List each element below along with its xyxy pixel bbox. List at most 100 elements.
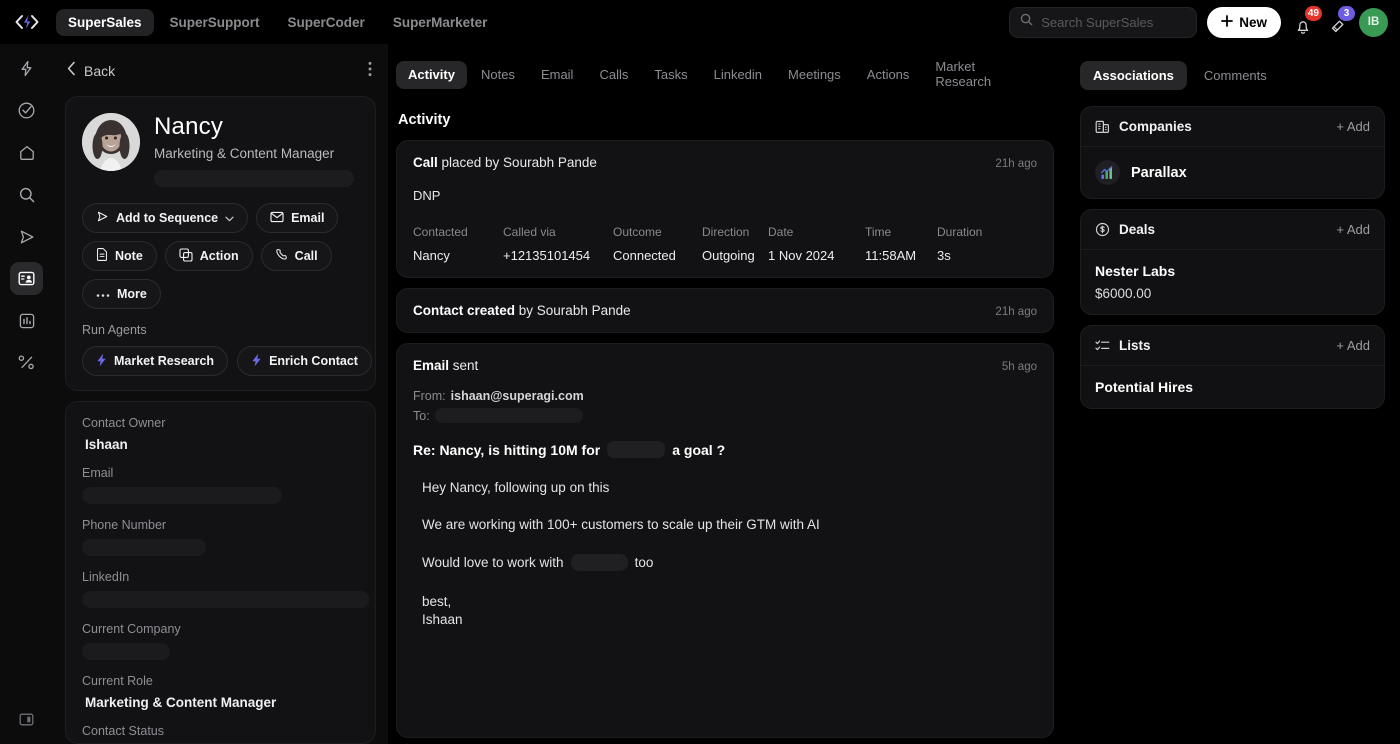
meta-value: 3s — [937, 248, 982, 263]
associations-section-companies: Companies + Add Parallax — [1080, 106, 1385, 199]
rail-item-workflows[interactable] — [10, 346, 43, 379]
contact-panel: Back — [53, 44, 388, 744]
meta-value: 1 Nov 2024 — [768, 248, 865, 263]
bolt-icon — [18, 60, 35, 77]
associations-tabs: Associations Comments — [1080, 44, 1385, 106]
tab-associations[interactable]: Associations — [1080, 61, 1187, 90]
add-to-sequence-label: Add to Sequence — [116, 211, 218, 225]
field-label: Current Role — [82, 674, 359, 688]
notifications-button[interactable]: 49 — [1291, 9, 1315, 35]
field-value[interactable]: Marketing & Content Manager — [82, 695, 359, 710]
call-card-title: Call placed by Sourabh Pande — [413, 155, 597, 170]
tab-tasks[interactable]: Tasks — [642, 61, 699, 90]
created-card-time: 21h ago — [995, 306, 1037, 318]
code-bolt-logo-icon[interactable] — [10, 7, 44, 37]
rail-item-tasks[interactable] — [10, 94, 43, 127]
deal-row-nester-labs[interactable]: Nester Labs $6000.00 — [1095, 263, 1370, 301]
meta-called-via: Called via +12135101454 — [503, 225, 613, 263]
field-value[interactable]: Ishaan — [82, 437, 359, 452]
note-button[interactable]: Note — [82, 241, 157, 271]
search-input[interactable]: Search SuperSales — [1009, 7, 1197, 38]
add-to-sequence-button[interactable]: Add to Sequence — [82, 203, 248, 233]
building-icon — [1095, 119, 1110, 134]
action-icon — [179, 248, 193, 265]
field-current-role: Current Role Marketing & Content Manager — [82, 674, 359, 710]
email-to-value-redacted — [435, 408, 583, 423]
tab-linkedin[interactable]: Linkedin — [702, 61, 774, 90]
meta-value: +12135101454 — [503, 248, 613, 263]
user-avatar[interactable]: IB — [1359, 8, 1388, 37]
kebab-menu-icon[interactable] — [368, 61, 372, 82]
chevron-left-icon[interactable] — [67, 61, 76, 81]
field-label: Contact Status — [82, 724, 359, 738]
field-value-redacted[interactable] — [82, 487, 282, 504]
field-label: Phone Number — [82, 518, 359, 532]
email-signature: best, Ishaan — [413, 593, 1037, 629]
activity-card-contact-created[interactable]: Contact created by Sourabh Pande 21h ago — [396, 288, 1054, 333]
companies-header: Companies + Add — [1081, 107, 1384, 147]
companies-body: Parallax — [1081, 147, 1384, 198]
notifications-badge: 49 — [1305, 6, 1322, 21]
companies-title: Companies — [1119, 119, 1192, 134]
rail-item-sequences[interactable] — [10, 220, 43, 253]
company-row-parallax[interactable]: Parallax — [1095, 160, 1370, 185]
run-agents-buttons: Market Research Enrich Contact — [82, 346, 359, 376]
field-value-redacted[interactable] — [82, 539, 206, 556]
tab-notes[interactable]: Notes — [469, 61, 527, 90]
rail-item-contacts[interactable] — [10, 262, 43, 295]
call-card-time: 21h ago — [995, 158, 1037, 170]
call-button[interactable]: Call — [261, 241, 332, 271]
email-subject: Re: Nancy, is hitting 10M for a goal ? — [413, 441, 1037, 458]
field-phone-number: Phone Number — [82, 518, 359, 556]
email-body-redacted — [571, 554, 628, 571]
home-icon — [18, 144, 36, 162]
tab-meetings[interactable]: Meetings — [776, 61, 853, 90]
tab-activity[interactable]: Activity — [396, 61, 467, 90]
back-button[interactable]: Back — [84, 63, 115, 79]
deals-header: Deals + Add — [1081, 210, 1384, 250]
agent-enrich-contact-label: Enrich Contact — [269, 354, 358, 368]
tab-email[interactable]: Email — [529, 61, 586, 90]
rail-item-collapse-panel[interactable] — [10, 703, 43, 736]
contact-panel-header: Back — [65, 54, 376, 88]
rail-item-quick-actions[interactable] — [10, 52, 43, 85]
meta-direction: Direction Outgoing — [702, 225, 768, 263]
companies-add-button[interactable]: + Add — [1336, 119, 1370, 134]
app-tab-supermarketer[interactable]: SuperMarketer — [381, 9, 500, 36]
field-email: Email — [82, 466, 359, 504]
agent-enrich-contact-button[interactable]: Enrich Contact — [237, 346, 372, 376]
deals-add-button[interactable]: + Add — [1336, 222, 1370, 237]
activity-section-title: Activity — [396, 106, 1054, 140]
rail-item-search[interactable] — [10, 178, 43, 211]
tab-actions[interactable]: Actions — [855, 61, 922, 90]
field-value-redacted[interactable] — [82, 591, 369, 608]
tab-market-research[interactable]: Market Research — [923, 53, 985, 97]
contact-identity: Nancy Marketing & Content Manager — [82, 113, 359, 187]
top-bar-right: Search SuperSales New 49 3 IB — [1009, 7, 1388, 38]
agent-market-research-button[interactable]: Market Research — [82, 346, 228, 376]
field-value-redacted[interactable] — [82, 643, 170, 660]
action-button[interactable]: Action — [165, 241, 253, 271]
app-tab-supersales[interactable]: SuperSales — [56, 9, 154, 36]
list-check-icon — [1095, 339, 1110, 353]
app-tab-supersupport[interactable]: SuperSupport — [158, 9, 272, 36]
list-name[interactable]: Potential Hires — [1095, 379, 1370, 395]
activity-card-call[interactable]: Call placed by Sourabh Pande 21h ago DNP… — [396, 140, 1054, 278]
field-label: Email — [82, 466, 359, 480]
meta-key: Outcome — [613, 225, 702, 239]
rail-item-analytics[interactable] — [10, 304, 43, 337]
lists-add-button[interactable]: + Add — [1336, 338, 1370, 353]
app-tab-supercoder[interactable]: SuperCoder — [276, 9, 377, 36]
tab-comments[interactable]: Comments — [1191, 61, 1280, 90]
panel-toggle-icon — [18, 711, 35, 728]
rail-item-home[interactable] — [10, 136, 43, 169]
email-body-line-1: Hey Nancy, following up on this — [413, 480, 1037, 495]
integrations-button[interactable]: 3 — [1325, 9, 1349, 35]
search-placeholder: Search SuperSales — [1041, 15, 1153, 30]
email-button[interactable]: Email — [256, 203, 338, 233]
activity-card-email[interactable]: Email sent 5h ago From: ishaan@superagi.… — [396, 343, 1054, 738]
tab-calls[interactable]: Calls — [587, 61, 640, 90]
new-button[interactable]: New — [1207, 7, 1281, 38]
field-label: Current Company — [82, 622, 359, 636]
more-button[interactable]: More — [82, 279, 161, 309]
